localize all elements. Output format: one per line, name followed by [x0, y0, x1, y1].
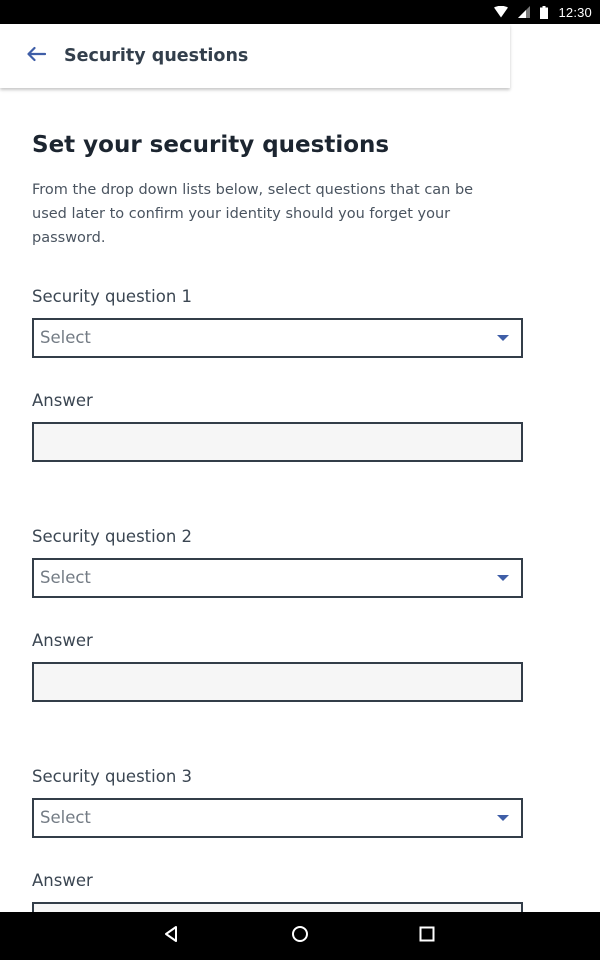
back-button[interactable]	[18, 38, 54, 74]
security-question-1-value: Select	[40, 328, 91, 347]
security-question-1-label: Security question 1	[32, 287, 193, 306]
nav-back-button[interactable]	[159, 924, 183, 948]
status-time: 12:30	[558, 4, 592, 20]
status-icons: 12:30	[494, 0, 592, 24]
answer-3-input[interactable]	[32, 902, 523, 912]
nav-home-button[interactable]	[288, 924, 312, 948]
security-questions-form: Set your security questions From the dro…	[32, 88, 523, 912]
security-question-2-label: Security question 2	[32, 527, 193, 546]
chevron-down-icon	[497, 575, 509, 581]
answer-1-label: Answer	[32, 391, 93, 410]
chevron-down-icon	[497, 335, 509, 341]
answer-2-input[interactable]	[32, 662, 523, 702]
answer-3-label: Answer	[32, 871, 93, 890]
security-question-2-value: Select	[40, 568, 91, 587]
wifi-icon	[494, 6, 509, 18]
cell-signal-icon	[518, 6, 531, 18]
recents-square-icon	[419, 926, 435, 946]
arrow-left-icon	[26, 46, 47, 66]
back-triangle-icon	[163, 925, 179, 947]
security-question-1-select[interactable]: Select	[32, 318, 523, 358]
page-description: From the drop down lists below, select q…	[32, 182, 474, 246]
security-question-2-select[interactable]: Select	[32, 558, 523, 598]
security-question-3-select[interactable]: Select	[32, 798, 523, 838]
home-circle-icon	[291, 925, 309, 947]
navigation-bar	[0, 912, 600, 960]
app-bar: Security questions	[0, 24, 510, 88]
app-bar-title: Security questions	[64, 46, 249, 66]
answer-1-input[interactable]	[32, 422, 523, 462]
chevron-down-icon	[497, 815, 509, 821]
security-question-3-value: Select	[40, 808, 91, 827]
status-bar: 12:30	[0, 0, 600, 24]
page-heading: Set your security questions	[32, 132, 390, 158]
security-question-3-label: Security question 3	[32, 767, 193, 786]
answer-2-label: Answer	[32, 631, 93, 650]
battery-icon	[540, 5, 549, 19]
nav-recents-button[interactable]	[415, 924, 439, 948]
